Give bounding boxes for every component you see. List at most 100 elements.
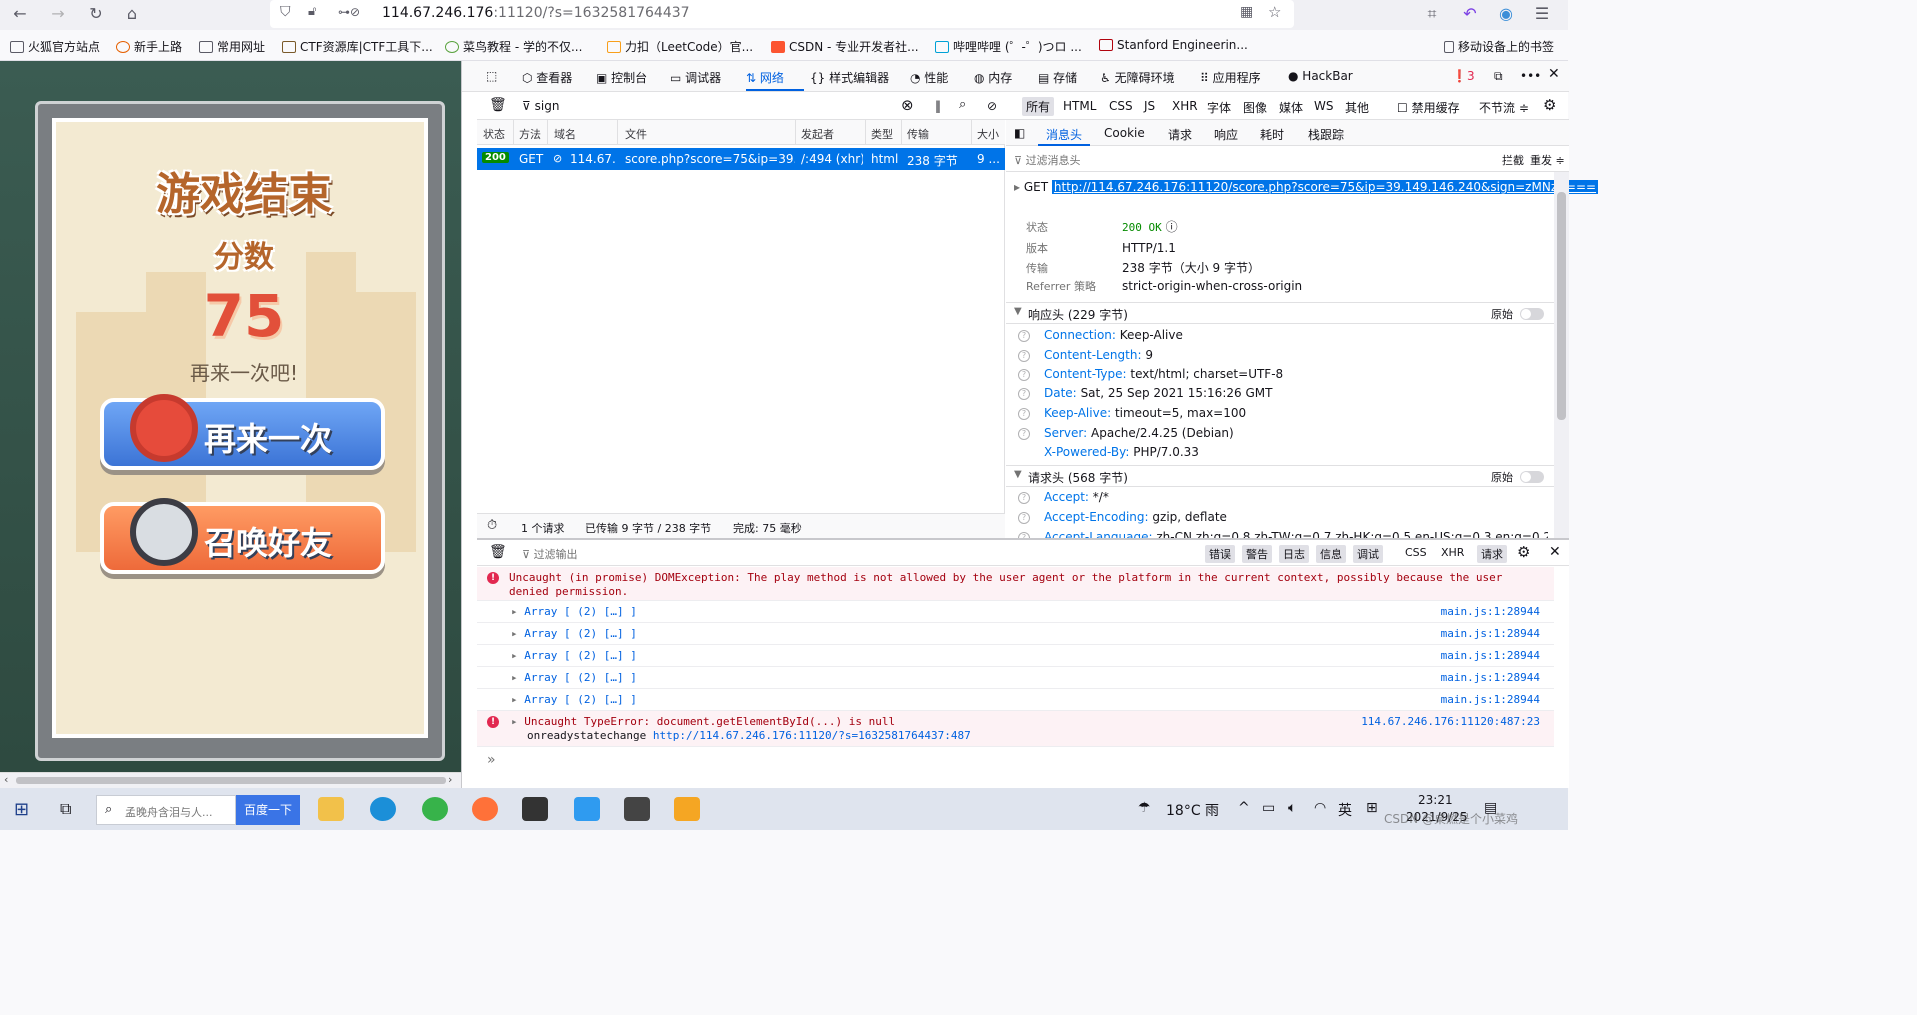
col-initiator[interactable]: 发起者 [801, 126, 834, 142]
file-explorer-icon[interactable] [318, 797, 344, 821]
search-icon[interactable]: ⌕ [959, 97, 966, 112]
qr-code-icon[interactable]: ▦ [1240, 4, 1253, 20]
app-icon[interactable] [422, 797, 448, 821]
weather-icon[interactable]: ☂ [1138, 800, 1151, 816]
permissions-icon[interactable]: ⊶⊘ [338, 5, 360, 19]
clear-filter-icon[interactable]: ⊗ [901, 96, 914, 114]
app-icon[interactable] [674, 797, 700, 821]
input-language[interactable]: 英 [1338, 800, 1352, 820]
filter-images[interactable]: 图像 [1243, 99, 1267, 116]
scroll-left-icon[interactable]: ‹ [4, 773, 8, 786]
col-domain[interactable]: 域名 [554, 126, 576, 142]
console-settings-icon[interactable]: ⚙ [1517, 543, 1530, 561]
wifi-icon[interactable]: ◠ [1314, 800, 1326, 816]
filter-css[interactable]: CSS [1109, 99, 1133, 113]
request-row[interactable]: 200 GET ⊘ 114.67... score.php?score=75&i… [477, 148, 1005, 170]
toggle-sidebar-icon[interactable]: ◧ [1014, 126, 1025, 140]
bookmark-item[interactable]: 新手上路 [116, 38, 182, 55]
help-icon[interactable]: ⓘ [1166, 220, 1178, 234]
bookmark-item[interactable]: 火狐官方站点 [10, 38, 100, 55]
help-icon[interactable]: ? [1018, 511, 1030, 524]
type-xhr[interactable]: XHR [1441, 546, 1464, 559]
tab-application[interactable]: ⠿ 应用程序 [1200, 69, 1261, 86]
firefox-icon[interactable] [472, 797, 498, 821]
url-filter-input[interactable]: ⊽ sign [522, 99, 559, 113]
scroll-right-icon[interactable]: › [448, 773, 452, 786]
account-icon[interactable]: ◉ [1494, 4, 1518, 23]
tab-memory[interactable]: ◍ 内存 [974, 69, 1012, 86]
task-view-icon[interactable]: ⧉ [60, 799, 71, 819]
resend-button[interactable]: 重发 ≑ [1530, 152, 1565, 168]
tab-storage[interactable]: ▤ 存储 [1038, 69, 1077, 86]
close-devtools-icon[interactable]: ✕ [1548, 66, 1560, 82]
insecure-lock-icon[interactable]: 🔓︎ [308, 4, 316, 19]
more-options-icon[interactable]: ••• [1520, 69, 1541, 83]
battery-icon[interactable]: ▭ [1262, 800, 1275, 816]
notification-icon[interactable]: ▤ [1484, 800, 1497, 816]
invite-friends-button[interactable]: 召唤好友 [100, 498, 385, 574]
close-console-icon[interactable]: ✕ [1549, 544, 1561, 560]
screenshot-icon[interactable]: ⌗ [1420, 4, 1444, 24]
home-icon[interactable]: ⌂ [120, 4, 144, 23]
filter-html[interactable]: HTML [1063, 99, 1096, 113]
forward-icon[interactable]: → [46, 4, 70, 23]
disable-cache-checkbox[interactable]: ☐ 禁用缓存 [1397, 99, 1460, 116]
level-errors[interactable]: 错误 [1205, 545, 1235, 563]
level-warnings[interactable]: 警告 [1242, 545, 1272, 563]
type-requests[interactable]: 请求 [1477, 545, 1507, 563]
console-log-row[interactable]: ▸ Array [ (2) […] ] main.js:1:28944 [477, 667, 1554, 689]
tab-inspector[interactable]: ⬡ 查看器 [522, 69, 572, 86]
filter-xhr[interactable]: XHR [1172, 99, 1198, 113]
help-icon[interactable]: ? [1018, 427, 1030, 440]
mobile-bookmarks[interactable]: 移动设备上的书签 [1444, 38, 1554, 55]
response-headers-section[interactable]: ▼ 响应头 (229 字节) 原始 [1006, 302, 1554, 324]
menu-icon[interactable]: ☰ [1530, 4, 1554, 23]
block-icon[interactable]: ⊘ [987, 99, 997, 113]
help-icon[interactable]: ? [1018, 349, 1030, 362]
bookmark-item[interactable]: Stanford Engineerin... [1099, 38, 1248, 52]
details-scroll-thumb[interactable] [1557, 192, 1566, 420]
console-log-row[interactable]: ▸ Array [ (2) […] ] main.js:1:28944 [477, 623, 1554, 645]
tab-cookies[interactable]: Cookie [1104, 126, 1145, 140]
col-method[interactable]: 方法 [519, 126, 541, 142]
help-icon[interactable]: ? [1018, 491, 1030, 504]
stack-link[interactable]: http://114.67.246.176:11120/?s=163258176… [653, 729, 971, 742]
filter-other[interactable]: 其他 [1345, 99, 1369, 116]
edge-icon[interactable] [370, 797, 396, 821]
bookmark-item[interactable]: 菜鸟教程 - 学的不仅... [445, 38, 582, 55]
retry-button[interactable]: 再来一次 [100, 394, 385, 470]
shield-icon[interactable]: ⛉ [280, 4, 291, 20]
source-link[interactable]: main.js:1:28944 [1441, 605, 1540, 618]
tab-network[interactable]: ⇅ 网络 [746, 69, 784, 86]
clear-icon[interactable]: 🗑︎ [489, 97, 507, 113]
tab-performance[interactable]: ◔ 性能 [910, 69, 948, 86]
url-field[interactable]: ⛉ 🔓︎ ⊶⊘ 114.67.246.176:11120/?s=16325817… [270, 0, 1294, 28]
console-log-row[interactable]: ▸ Array [ (2) […] ] main.js:1:28944 [477, 645, 1554, 667]
app-icon[interactable] [624, 797, 650, 821]
tab-timings[interactable]: 耗时 [1260, 126, 1284, 143]
request-url-line[interactable]: ▸ GET http://114.67.246.176:11120/score.… [1014, 180, 1599, 194]
horizontal-scrollbar[interactable]: ‹ › [0, 772, 461, 788]
console-input[interactable]: » [487, 752, 496, 768]
bookmark-item[interactable]: 常用网址 [199, 38, 265, 55]
pause-icon[interactable]: ‖ [935, 99, 941, 113]
taskbar-search-input[interactable]: ⌕ 孟晚舟含泪与人... [96, 795, 236, 825]
help-icon[interactable]: ? [1018, 368, 1030, 381]
source-link[interactable]: main.js:1:28944 [1441, 693, 1540, 706]
weather-text[interactable]: 18°C 雨 [1166, 800, 1219, 820]
headers-filter-input[interactable]: ⊽ 过滤消息头 [1014, 152, 1081, 168]
level-logs[interactable]: 日志 [1279, 545, 1309, 563]
help-icon[interactable]: ? [1018, 329, 1030, 342]
source-link[interactable]: main.js:1:28944 [1441, 671, 1540, 684]
clock-time[interactable]: 23:21 [1418, 793, 1453, 807]
error-count-badge[interactable]: ❗3 [1452, 69, 1475, 83]
source-link[interactable]: main.js:1:28944 [1441, 627, 1540, 640]
level-info[interactable]: 信息 [1316, 545, 1346, 563]
raw-toggle[interactable] [1520, 471, 1544, 483]
windows-start-icon[interactable]: ⊞ [14, 799, 29, 820]
tab-console[interactable]: ▣ 控制台 [596, 69, 647, 86]
col-type[interactable]: 类型 [871, 126, 893, 142]
filter-media[interactable]: 媒体 [1279, 99, 1303, 116]
bookmark-item[interactable]: CTF资源库|CTF工具下... [282, 38, 433, 55]
tab-style-editor[interactable]: {} 样式编辑器 [810, 69, 889, 86]
